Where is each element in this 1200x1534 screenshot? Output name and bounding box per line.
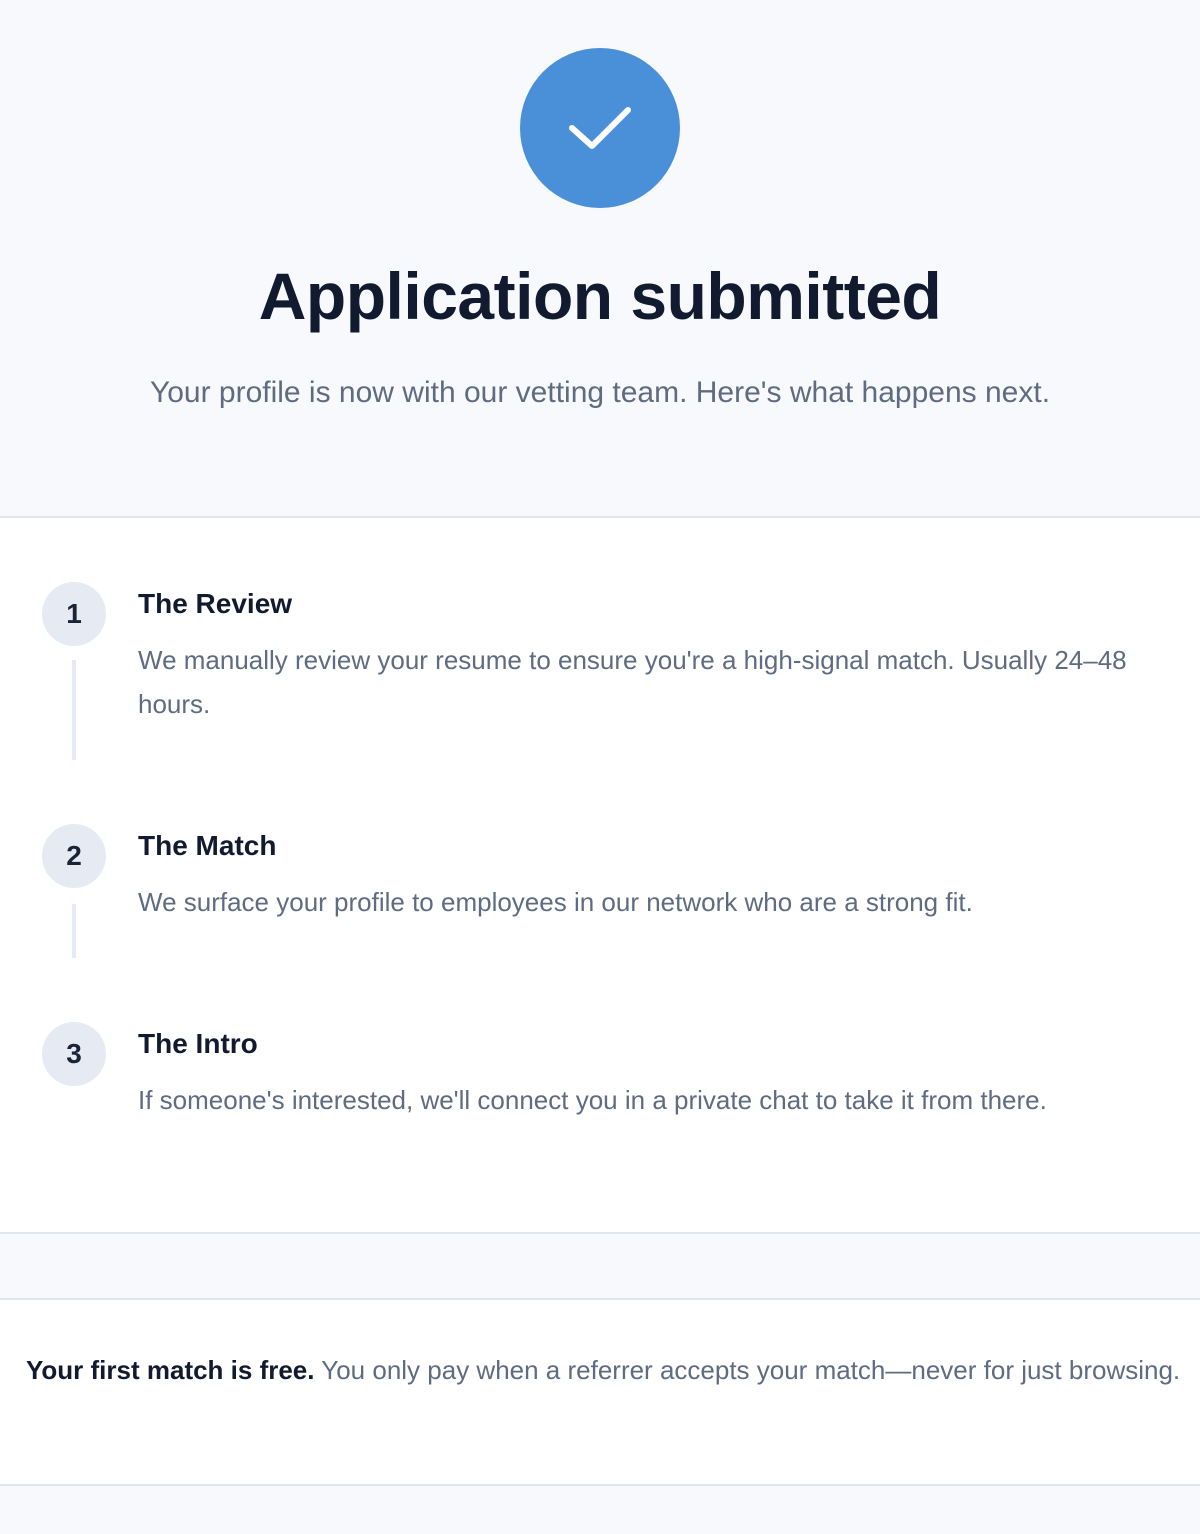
step-connector — [72, 904, 76, 958]
page-subtitle: Your profile is now with our vetting tea… — [149, 376, 1051, 409]
confirmation-header: Application submitted Your profile is no… — [0, 0, 1200, 517]
pricing-note-highlight: Your first match is free. — [26, 1355, 315, 1385]
step-number-badge: 3 — [42, 1022, 106, 1086]
pricing-note: Your first match is free. You only pay w… — [0, 1300, 1200, 1484]
step-number-badge: 1 — [42, 582, 106, 646]
step-connector — [72, 660, 76, 760]
step-number-badge: 2 — [42, 824, 106, 888]
next-steps-list: 1 The Review We manually review your res… — [0, 518, 1200, 1232]
step-description: If someone's interested, we'll connect y… — [138, 1085, 1047, 1115]
spacer-band — [0, 1234, 1200, 1298]
check-icon — [569, 107, 631, 149]
page-title: Application submitted — [258, 259, 942, 333]
application-submitted-page: Application submitted Your profile is no… — [0, 0, 1200, 1534]
bottom-band — [0, 1486, 1200, 1534]
step-description: We manually review your resume to ensure… — [138, 645, 1127, 719]
pricing-note-text: Your first match is free. You only pay w… — [26, 1348, 1186, 1392]
pricing-note-body: You only pay when a referrer accepts you… — [314, 1355, 1181, 1385]
step-title: The Match — [138, 830, 277, 861]
step-title: The Review — [138, 588, 293, 619]
step-title: The Intro — [138, 1028, 258, 1059]
step-description: We surface your profile to employees in … — [138, 887, 973, 917]
success-badge — [520, 48, 680, 208]
